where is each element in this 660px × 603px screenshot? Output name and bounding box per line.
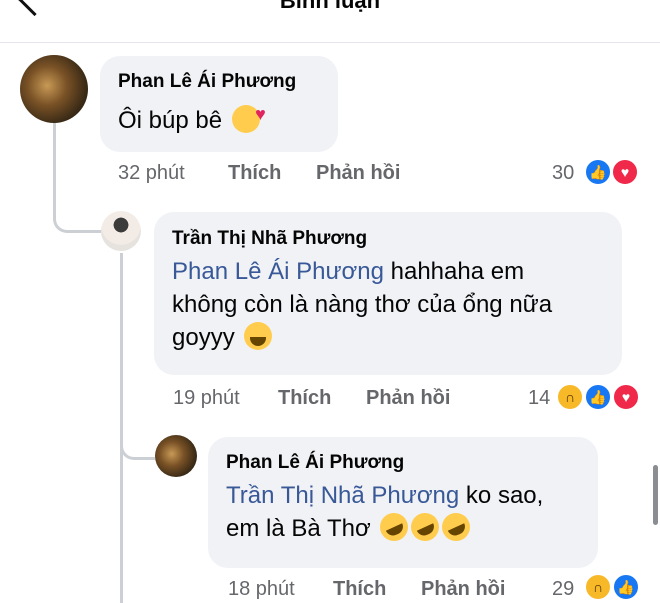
header-bar: Bình luận bbox=[0, 0, 660, 43]
haha-reaction-icon[interactable]: ∩ bbox=[584, 573, 612, 601]
comment-author[interactable]: Phan Lê Ái Phương bbox=[226, 452, 404, 474]
comment-author[interactable]: Phan Lê Ái Phương bbox=[118, 71, 296, 93]
like-reaction-icon[interactable]: 👍 bbox=[584, 383, 612, 411]
comment-text: Phan Lê Ái Phương hahhaha em không còn l… bbox=[172, 255, 552, 354]
page-title: Bình luận bbox=[279, 0, 381, 13]
comment-text-body: ko sao, bbox=[465, 482, 544, 509]
comment-time[interactable]: 32 phút bbox=[118, 162, 185, 185]
thread-connector bbox=[53, 190, 101, 233]
like-reaction-icon[interactable]: 👍 bbox=[584, 158, 612, 186]
like-button[interactable]: Thích bbox=[278, 387, 331, 410]
rolling-on-the-floor-laughing-icon bbox=[437, 508, 475, 546]
comment-author[interactable]: Trần Thị Nhã Phương bbox=[172, 228, 367, 250]
comment-text-body: không còn là nàng thơ của ổng nữa bbox=[172, 291, 553, 318]
comment-time[interactable]: 18 phút bbox=[228, 578, 295, 601]
rolling-on-the-floor-laughing-icon bbox=[406, 508, 444, 546]
like-button[interactable]: Thích bbox=[228, 162, 281, 185]
reaction-count[interactable]: 14 bbox=[528, 387, 550, 410]
like-button[interactable]: Thích bbox=[333, 578, 386, 601]
comment-text-body: Ôi búp bê bbox=[118, 107, 223, 134]
mention-link[interactable]: Phan Lê Ái Phương bbox=[172, 258, 384, 285]
avatar[interactable] bbox=[20, 55, 88, 123]
comment-bubble: Phan Lê Ái Phương Ôi búp bê bbox=[100, 56, 338, 152]
love-reaction-icon[interactable]: ♥ bbox=[612, 383, 640, 411]
reaction-count[interactable]: 30 bbox=[552, 162, 574, 185]
reply-button[interactable]: Phản hồi bbox=[316, 162, 400, 185]
comment-time[interactable]: 19 phút bbox=[173, 387, 240, 410]
comment-text: Trần Thị Nhã Phương ko sao, em là Bà Thơ bbox=[226, 479, 544, 546]
reply-button[interactable]: Phản hồi bbox=[366, 387, 450, 410]
thread-line bbox=[53, 120, 56, 195]
comment-text-body: goyyy bbox=[172, 324, 235, 351]
avatar[interactable] bbox=[155, 435, 197, 477]
mention-link[interactable]: Trần Thị Nhã Phương bbox=[226, 482, 459, 509]
haha-reaction-icon[interactable]: ∩ bbox=[556, 383, 584, 411]
reply-button[interactable]: Phản hồi bbox=[421, 578, 505, 601]
comment-text-body: em là Bà Thơ bbox=[226, 515, 371, 542]
comment-text-body: hahhaha em bbox=[390, 258, 525, 285]
comment-text: Ôi búp bê bbox=[118, 98, 266, 137]
scrollbar[interactable] bbox=[653, 465, 658, 525]
comment-bubble: Phan Lê Ái Phương Trần Thị Nhã Phương ko… bbox=[208, 437, 598, 568]
avatar[interactable] bbox=[101, 211, 141, 251]
like-reaction-icon[interactable]: 👍 bbox=[612, 573, 640, 601]
thread-connector bbox=[120, 415, 155, 460]
loudly-crying-face-icon bbox=[244, 322, 273, 350]
comment-bubble: Trần Thị Nhã Phương Phan Lê Ái Phương ha… bbox=[154, 212, 622, 375]
smiling-face-with-hearts-icon bbox=[231, 98, 266, 133]
rolling-on-the-floor-laughing-icon bbox=[375, 508, 413, 546]
love-reaction-icon[interactable]: ♥ bbox=[611, 158, 639, 186]
reaction-count[interactable]: 29 bbox=[552, 578, 574, 601]
